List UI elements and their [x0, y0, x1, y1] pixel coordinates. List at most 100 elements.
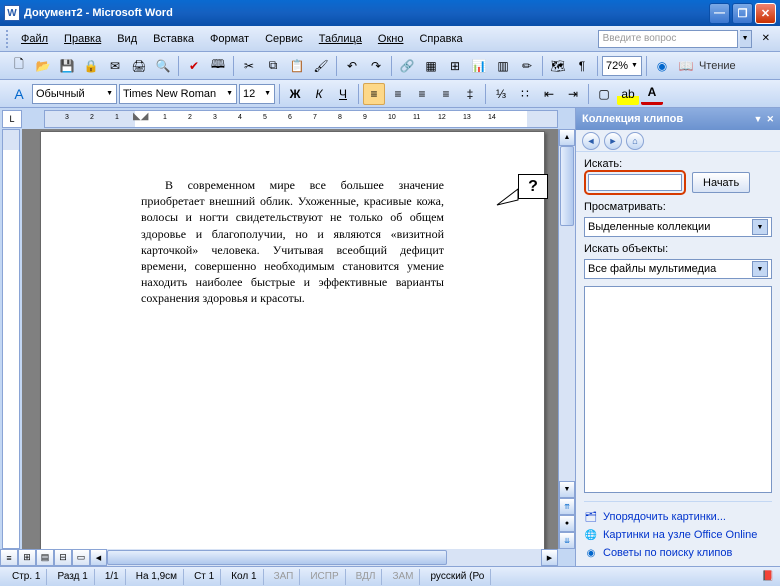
scroll-down-icon[interactable]: ▼ [559, 481, 575, 498]
permission-icon[interactable]: 🔒 [80, 55, 102, 77]
align-center-icon[interactable]: ≡ [387, 83, 409, 105]
online-link[interactable]: 🌐Картинки на узле Office Online [584, 526, 772, 544]
size-combo[interactable]: 12▼ [239, 84, 275, 104]
nav-back-icon[interactable]: ◄ [582, 132, 600, 150]
search-input[interactable] [588, 174, 682, 191]
document-page[interactable]: В современном мире все большее значение … [40, 131, 545, 549]
taskpane-menu-icon[interactable]: ▼ [754, 114, 763, 124]
cut-icon[interactable]: ✂ [238, 55, 260, 77]
print-preview-icon[interactable]: 🔍 [152, 55, 174, 77]
hyperlink-icon[interactable]: 🔗 [396, 55, 418, 77]
italic-icon[interactable]: К [308, 83, 330, 105]
font-combo[interactable]: Times New Roman▼ [119, 84, 237, 104]
reading-label[interactable]: Чтение [699, 60, 736, 72]
status-trk[interactable]: ИСПР [304, 569, 345, 585]
menu-help[interactable]: Справка [412, 30, 469, 48]
bold-icon[interactable]: Ж [284, 83, 306, 105]
align-justify-icon[interactable]: ≡ [435, 83, 457, 105]
browse-object-icon[interactable]: ● [559, 515, 575, 532]
paragraph-text[interactable]: В современном мире все большее значение … [141, 177, 444, 307]
reading-layout-icon[interactable]: 📖 [675, 55, 697, 77]
hscroll-track[interactable] [107, 549, 541, 566]
prev-page-icon[interactable]: ⇈ [559, 498, 575, 515]
status-language[interactable]: русский (Ро [424, 569, 491, 585]
status-ovr[interactable]: ЗАМ [386, 569, 420, 585]
drawing-icon[interactable]: ✏ [516, 55, 538, 77]
open-icon[interactable]: 📂 [32, 55, 54, 77]
numbering-icon[interactable]: ⅓ [490, 83, 512, 105]
next-page-icon[interactable]: ⇊ [559, 532, 575, 549]
research-icon[interactable]: 🕮 [207, 55, 229, 77]
align-left-icon[interactable]: ≡ [363, 83, 385, 105]
outline-view-icon[interactable]: ⊟ [54, 549, 72, 566]
web-view-icon[interactable]: ⊞ [18, 549, 36, 566]
spellcheck-icon[interactable]: ✔ [183, 55, 205, 77]
tips-link[interactable]: ◉Советы по поиску клипов [584, 544, 772, 562]
scroll-left-icon[interactable]: ◀ [90, 549, 107, 566]
decrease-indent-icon[interactable]: ⇤ [538, 83, 560, 105]
scroll-right-icon[interactable]: ▶ [541, 549, 558, 566]
tables-borders-icon[interactable]: ▦ [420, 55, 442, 77]
columns-icon[interactable]: ▥ [492, 55, 514, 77]
style-combo[interactable]: Обычный▼ [32, 84, 117, 104]
copy-icon[interactable]: ⧉ [262, 55, 284, 77]
redo-icon[interactable]: ↷ [365, 55, 387, 77]
start-search-button[interactable]: Начать [692, 172, 750, 193]
email-icon[interactable]: ✉ [104, 55, 126, 77]
save-icon[interactable]: 💾 [56, 55, 78, 77]
status-book-icon[interactable]: 📕 [762, 571, 774, 582]
help-icon[interactable]: ◉ [651, 55, 673, 77]
organize-link[interactable]: 🗂Упорядочить картинки... [584, 508, 772, 526]
menu-edit[interactable]: Правка [57, 30, 108, 48]
show-marks-icon[interactable]: ¶ [571, 55, 593, 77]
print-icon[interactable]: 🖨 [128, 55, 150, 77]
maximize-button[interactable]: ❐ [732, 3, 753, 24]
menu-view[interactable]: Вид [110, 30, 144, 48]
line-spacing-icon[interactable]: ‡ [459, 83, 481, 105]
font-color-icon[interactable]: A [641, 83, 663, 105]
menu-window[interactable]: Окно [371, 30, 411, 48]
menu-close-icon[interactable]: ✕ [758, 33, 774, 44]
menu-insert[interactable]: Вставка [146, 30, 201, 48]
nav-home-icon[interactable]: ⌂ [626, 132, 644, 150]
highlight-icon[interactable]: ab [617, 83, 639, 105]
underline-icon[interactable]: Ч [332, 83, 354, 105]
bullets-icon[interactable]: ∷ [514, 83, 536, 105]
styles-pane-icon[interactable]: A [8, 83, 30, 105]
increase-indent-icon[interactable]: ⇥ [562, 83, 584, 105]
objects-select[interactable]: Все файлы мультимедиа▼ [584, 259, 772, 279]
browse-select[interactable]: Выделенные коллекции▼ [584, 217, 772, 237]
menu-tools[interactable]: Сервис [258, 30, 310, 48]
paste-icon[interactable]: 📋 [286, 55, 308, 77]
horizontal-ruler[interactable]: ◣◢ 321 123 456 789 101112 1314 [44, 110, 558, 128]
zoom-combo[interactable]: 72%▼ [602, 56, 642, 76]
toolbar-grip[interactable] [6, 30, 10, 48]
menu-table[interactable]: Таблица [312, 30, 369, 48]
vertical-scrollbar[interactable]: ▲ ▼ ⇈ ● ⇊ [558, 129, 575, 549]
menu-format[interactable]: Формат [203, 30, 256, 48]
borders-icon[interactable]: ▢ [593, 83, 615, 105]
undo-icon[interactable]: ↶ [341, 55, 363, 77]
status-rec[interactable]: ЗАП [268, 569, 301, 585]
scroll-track[interactable] [559, 146, 575, 481]
close-button[interactable]: ✕ [755, 3, 776, 24]
insert-table-icon[interactable]: ⊞ [444, 55, 466, 77]
scroll-up-icon[interactable]: ▲ [559, 129, 575, 146]
scroll-thumb[interactable] [560, 146, 574, 226]
status-ext[interactable]: ВДЛ [350, 569, 383, 585]
ask-question-input[interactable]: Введите вопрос [598, 30, 738, 48]
doc-map-icon[interactable]: 🗺 [547, 55, 569, 77]
menu-file[interactable]: Файл [14, 30, 55, 48]
reading-view-icon[interactable]: ▭ [72, 549, 90, 566]
format-painter-icon[interactable]: 🖌 [310, 55, 332, 77]
horizontal-scrollbar[interactable]: ◀ ▶ [90, 549, 558, 566]
new-doc-icon[interactable]: 🗋 [8, 55, 30, 77]
nav-forward-icon[interactable]: ► [604, 132, 622, 150]
excel-icon[interactable]: 📊 [468, 55, 490, 77]
minimize-button[interactable]: — [709, 3, 730, 24]
normal-view-icon[interactable]: ≡ [0, 549, 18, 566]
taskpane-close-icon[interactable]: ✕ [766, 114, 774, 125]
vertical-ruler[interactable] [2, 129, 20, 549]
hscroll-thumb[interactable] [107, 550, 447, 565]
align-right-icon[interactable]: ≡ [411, 83, 433, 105]
